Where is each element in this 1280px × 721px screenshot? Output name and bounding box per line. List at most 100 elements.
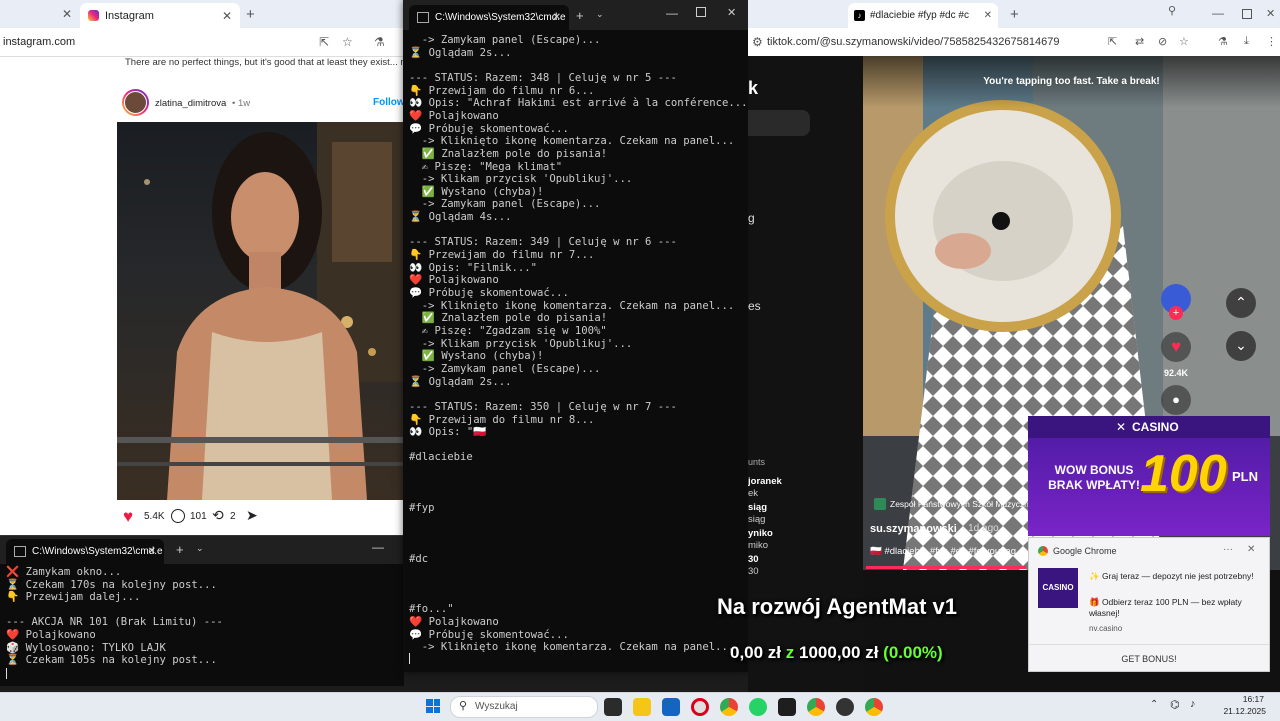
download-icon[interactable]: ⤓ [1244,35,1249,48]
chrome-profile-icon[interactable] [807,698,825,716]
terminal-tab-strip: C:\Windows\System32\cmd.e ✕ + ⌄ — ✕ [403,0,748,30]
tab-instagram[interactable]: Instagram ✕ [80,3,240,28]
close-tab-icon[interactable]: ✕ [984,10,992,21]
author-name[interactable]: su.szymanowski [870,523,957,535]
close-tab-icon[interactable]: ✕ [148,546,156,557]
task-view-icon[interactable] [604,698,622,716]
follow-plus-icon[interactable]: + [1169,306,1183,320]
location-label[interactable]: Zespół Państwowych Szkół Muzyczn [890,499,1029,509]
share-icon[interactable]: ➤ [246,507,258,524]
new-tab-icon[interactable]: + [176,542,184,557]
list-item[interactable]: joranek [748,476,808,488]
new-tab-icon[interactable]: + [1010,6,1019,23]
terminal-tab[interactable]: C:\Windows\System32\cmd.e ✕ [6,539,164,564]
install-app-icon[interactable]: ⇱ [319,35,329,49]
address-bar[interactable]: instagram.com ⇱ ☆ ⚗ [0,28,404,57]
network-icon[interactable]: ⌬ [1170,698,1180,711]
chevron-up-icon[interactable]: ⌃ [1150,699,1158,710]
video-description[interactable]: 🇵🇱 #dlaciebie #fyp #dc #foryoupag [870,546,1016,557]
close-icon[interactable]: ✕ [1247,544,1255,555]
opera-icon[interactable] [691,698,709,716]
list-item[interactable]: siąg [748,502,808,514]
translate-icon[interactable]: ⇄ [1135,35,1144,48]
casino-ad[interactable]: ✕ CASINO WOW BONUS BRAK WPŁATY! 100 PLN [1028,416,1270,536]
terminal-line: ❤️ Polajkowano [409,109,499,122]
list-item[interactable]: yniko [748,528,808,540]
profile-icon[interactable]: ⚲ [1168,4,1176,17]
chevron-down-icon[interactable]: ⌄ [596,9,604,20]
site-info-icon[interactable]: ⚙ [752,35,763,49]
volume-icon[interactable]: ♪ [1190,698,1196,710]
list-item[interactable]: miko [748,540,808,554]
heart-icon[interactable]: ♥ [1161,332,1191,362]
list-item[interactable]: siąg [748,514,808,528]
minimize-icon[interactable]: — [666,6,678,20]
heart-icon[interactable]: ♥ [123,507,133,527]
start-button[interactable] [426,699,440,713]
chrome-profile-icon[interactable] [865,698,883,716]
store-icon[interactable] [662,698,680,716]
donation-current: 0,00 zł [730,643,782,662]
list-item[interactable]: ek [748,488,808,502]
clock-date[interactable]: 21.12.2025 [1214,706,1266,716]
minimize-icon[interactable]: — [372,540,384,554]
close-window-icon[interactable]: ✕ [727,6,736,19]
taskbar-search[interactable]: ⚲ Wyszukaj [450,696,598,718]
post-image[interactable] [117,122,404,500]
tab-tiktok[interactable]: ♪ #dlaciebie #fyp #dc #c ✕ [848,3,998,28]
bookmark-star-icon[interactable]: ☆ [342,35,353,49]
comment-icon[interactable]: ● [1161,385,1191,415]
donation-goal: 1000,00 zł [799,643,879,662]
maximize-icon[interactable] [1242,9,1252,19]
search-icon: ⚲ [459,700,468,712]
minimize-icon[interactable]: — [1212,6,1224,20]
more-options-icon[interactable]: ··· [1223,544,1233,555]
repost-icon[interactable]: ⟲ [212,507,224,524]
tab-title: #dlaciebie #fyp #dc #c [870,10,969,21]
clock-time[interactable]: 16:17 [1224,694,1264,704]
url-text[interactable]: tiktok.com/@su.szymanowski/video/7585825… [767,36,1059,48]
extensions-icon[interactable]: ⚗ [1218,35,1228,48]
search-placeholder: Wyszukaj [475,701,518,712]
install-app-icon[interactable]: ⇱ [1108,35,1117,48]
terminal-icon[interactable] [778,698,796,716]
extensions-icon[interactable]: ⚗ [374,35,385,49]
get-bonus-button[interactable]: GET BONUS! [1029,654,1269,664]
close-tab-icon[interactable]: ✕ [553,12,561,23]
sidebar-item-fragment[interactable]: es [748,299,761,313]
like-count: 5.4K [144,511,165,522]
url-text[interactable]: instagram.com [3,36,75,48]
comment-icon[interactable] [171,509,185,523]
menu-dots-icon[interactable]: ⋮ [1266,35,1277,48]
list-item[interactable]: 30 [748,554,808,566]
app-icon[interactable] [836,698,854,716]
whatsapp-icon[interactable] [749,698,767,716]
chevron-down-icon[interactable]: ⌄ [196,543,204,554]
maximize-icon[interactable] [696,7,706,17]
notification-line-1: ✨ Graj teraz — depozyt nie jest potrzebn… [1089,571,1254,581]
search-box[interactable] [748,110,810,136]
list-item[interactable]: 30 [748,566,808,578]
sidebar-item-fragment[interactable]: g [748,211,755,225]
address-bar[interactable]: ⚙ tiktok.com/@su.szymanowski/video/75858… [748,28,1280,57]
chrome-icon[interactable] [720,698,738,716]
donation-title: Na rozwój AgentMat v1 [717,594,957,619]
tiktok-logo-icon: ♪ [854,10,865,21]
username[interactable]: zlatina_dimitrova [155,98,226,109]
avatar[interactable] [122,89,149,116]
follow-button[interactable]: Follow [373,97,404,108]
previous-video-button[interactable]: ⌃ [1226,288,1256,318]
terminal-tab[interactable]: C:\Windows\System32\cmd.e ✕ [409,5,569,30]
chrome-notification[interactable]: Google Chrome ··· ✕ CASINO ✨ Graj teraz … [1028,537,1270,672]
file-explorer-icon[interactable] [633,698,651,716]
new-tab-icon[interactable]: + [246,6,255,23]
hide-icon[interactable]: ⊘ [1158,35,1167,48]
close-tab-icon[interactable]: ✕ [222,9,232,23]
close-window-icon[interactable]: ✕ [1266,7,1275,20]
new-tab-icon[interactable]: + [576,8,584,23]
close-tab-icon[interactable]: ✕ [62,7,72,21]
bookmark-star-icon[interactable]: ☆ [1179,35,1189,48]
video-progress-bar[interactable] [866,566,1026,569]
next-video-button[interactable]: ⌄ [1226,331,1256,361]
terminal-line: ✍ Piszę: "Mega klimat" [409,160,563,173]
